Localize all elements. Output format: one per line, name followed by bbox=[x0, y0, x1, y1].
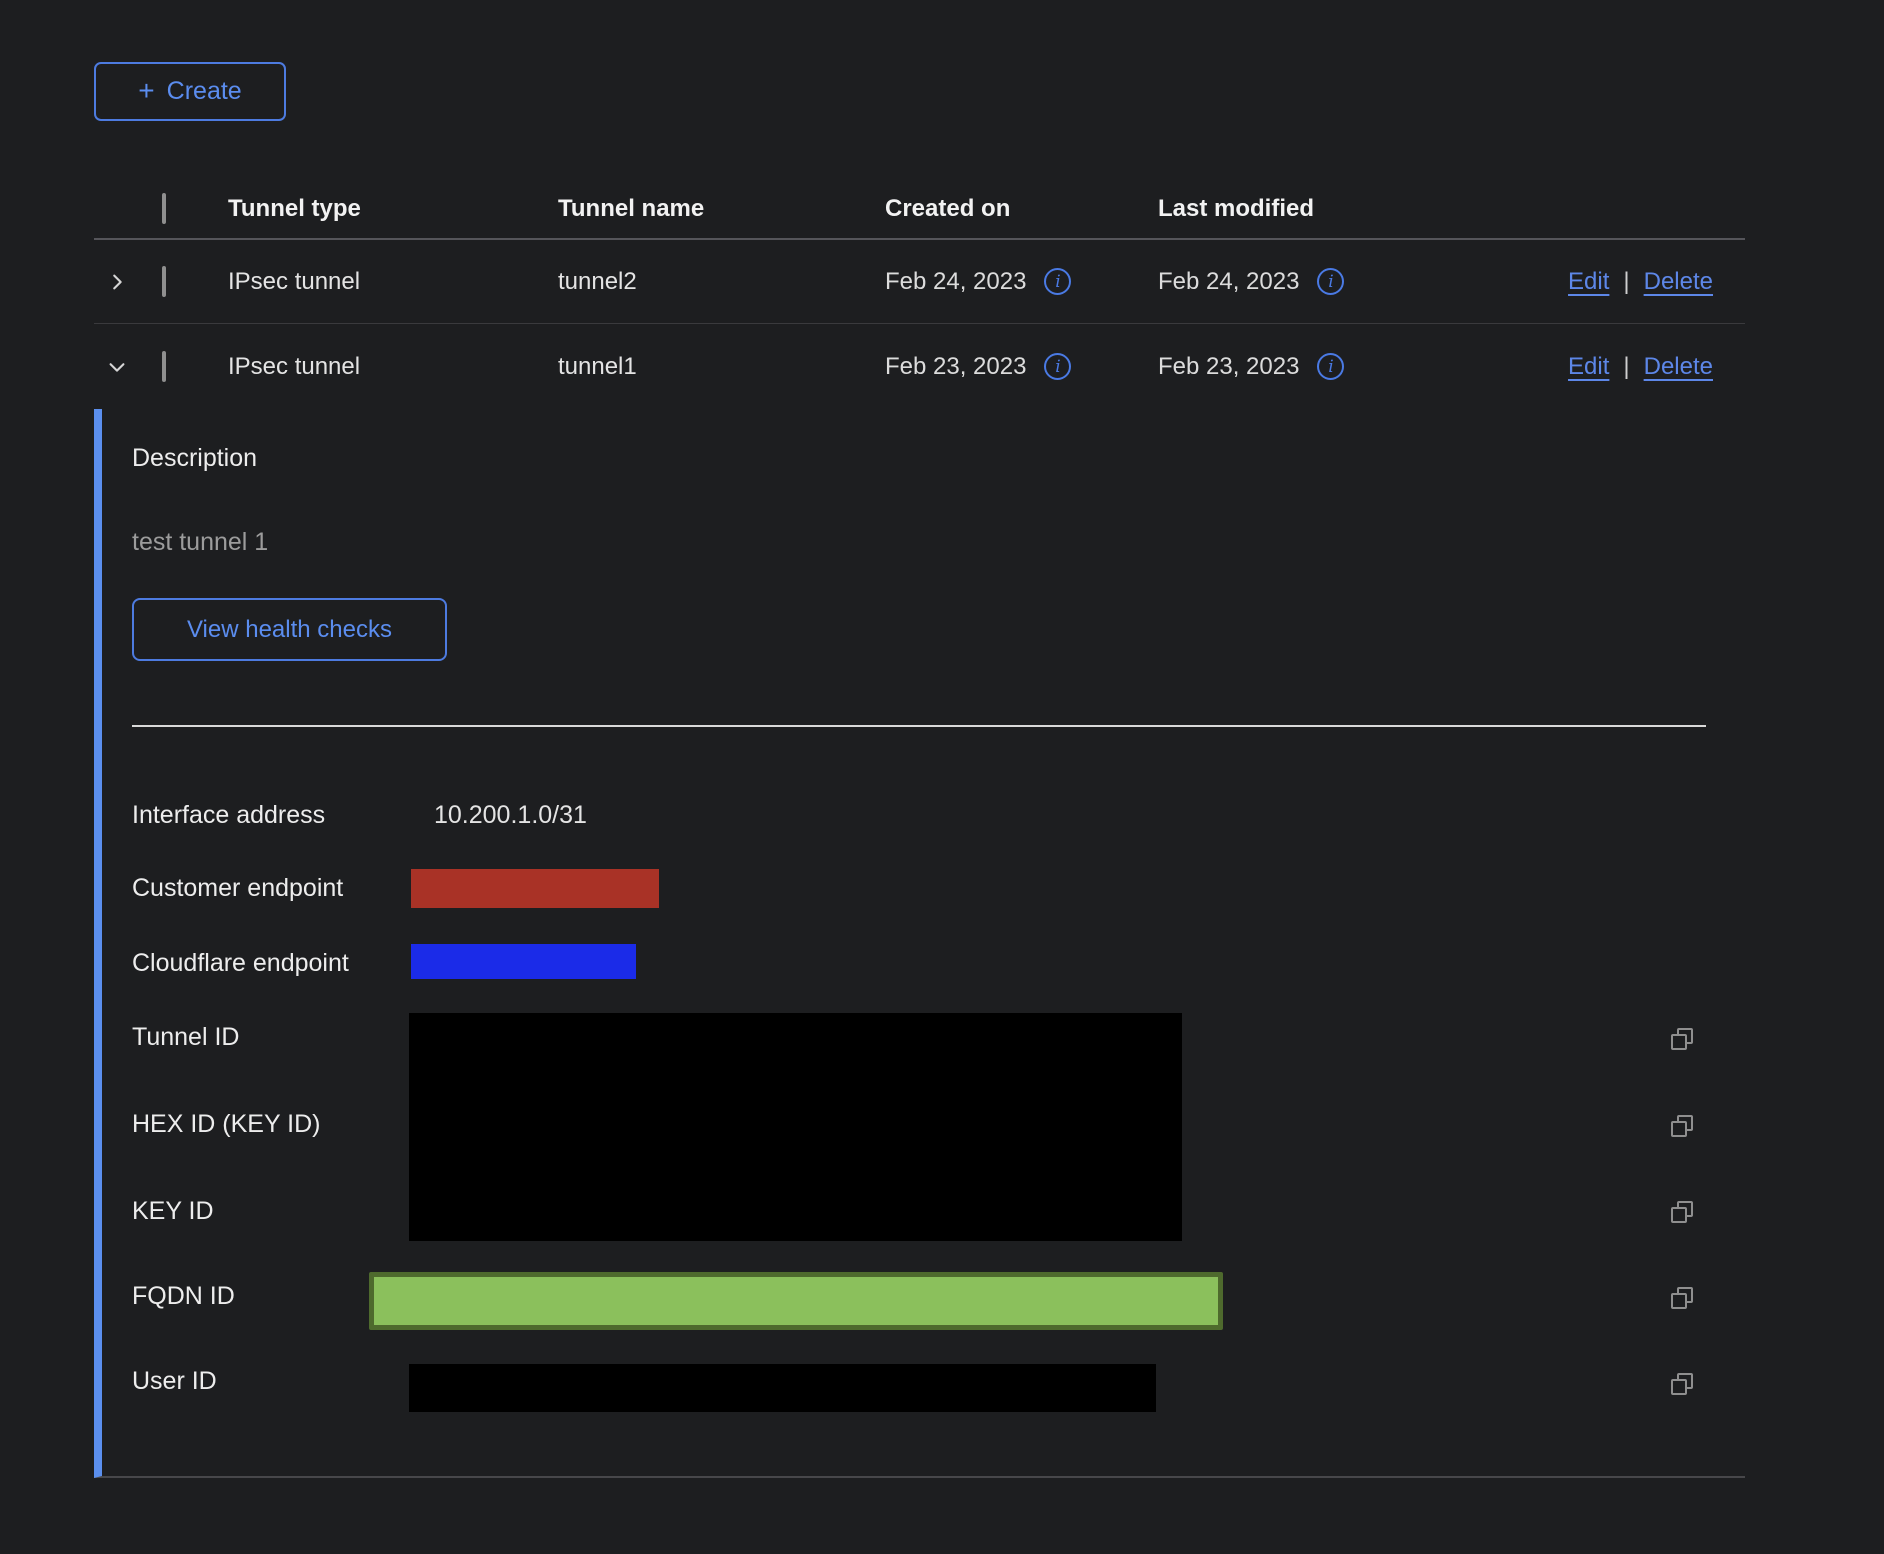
tunnel-detail-panel: Description test tunnel 1 View health ch… bbox=[94, 409, 1745, 1478]
last-modified-cell: Feb 24, 2023 bbox=[1158, 268, 1299, 296]
info-icon[interactable]: i bbox=[1317, 353, 1344, 380]
copy-icon bbox=[1668, 1025, 1696, 1053]
col-header-created-on: Created on bbox=[885, 195, 1158, 223]
table-row: IPsec tunnel tunnel2 Feb 24, 2023 i Feb … bbox=[94, 240, 1745, 324]
copy-icon bbox=[1668, 1284, 1696, 1312]
copy-icon bbox=[1668, 1198, 1696, 1226]
table-header-row: Tunnel type Tunnel name Created on Last … bbox=[94, 180, 1745, 240]
tunnel-name-cell: tunnel1 bbox=[558, 353, 885, 381]
plus-icon: + bbox=[138, 77, 154, 105]
copy-fqdn-id-button[interactable] bbox=[1668, 1284, 1696, 1312]
table-row: IPsec tunnel tunnel1 Feb 23, 2023 i Feb … bbox=[94, 324, 1745, 409]
tunnel-id-label: Tunnel ID bbox=[132, 1023, 239, 1052]
create-button-label: Create bbox=[167, 77, 242, 106]
tunnel-name-cell: tunnel2 bbox=[558, 268, 885, 296]
tunnels-table: Tunnel type Tunnel name Created on Last … bbox=[94, 180, 1745, 409]
customer-endpoint-redacted-value bbox=[411, 869, 659, 908]
collapse-row-button[interactable] bbox=[94, 356, 140, 378]
action-separator: | bbox=[1623, 353, 1629, 381]
copy-icon bbox=[1668, 1112, 1696, 1140]
description-value: test tunnel 1 bbox=[132, 528, 268, 557]
row-checkbox[interactable] bbox=[162, 351, 166, 382]
tunnels-page: + Create Tunnel type Tunnel name Created… bbox=[0, 0, 1884, 1554]
delete-link[interactable]: Delete bbox=[1644, 353, 1713, 381]
delete-link[interactable]: Delete bbox=[1644, 268, 1713, 296]
copy-tunnel-id-button[interactable] bbox=[1668, 1025, 1696, 1053]
view-health-checks-button[interactable]: View health checks bbox=[132, 598, 447, 661]
cloudflare-endpoint-redacted-value bbox=[411, 944, 636, 979]
fqdn-id-label: FQDN ID bbox=[132, 1282, 235, 1311]
created-on-cell: Feb 24, 2023 bbox=[885, 268, 1026, 296]
tunnel-type-cell: IPsec tunnel bbox=[228, 268, 558, 296]
chevron-down-icon bbox=[106, 356, 128, 378]
copy-icon bbox=[1668, 1370, 1696, 1398]
last-modified-cell: Feb 23, 2023 bbox=[1158, 353, 1299, 381]
user-id-label: User ID bbox=[132, 1367, 217, 1396]
action-separator: | bbox=[1623, 268, 1629, 296]
copy-hex-id-button[interactable] bbox=[1668, 1112, 1696, 1140]
copy-key-id-button[interactable] bbox=[1668, 1198, 1696, 1226]
create-button[interactable]: + Create bbox=[94, 62, 286, 121]
edit-link[interactable]: Edit bbox=[1568, 353, 1609, 381]
row-checkbox[interactable] bbox=[162, 266, 166, 297]
copy-user-id-button[interactable] bbox=[1668, 1370, 1696, 1398]
hex-id-label: HEX ID (KEY ID) bbox=[132, 1110, 320, 1139]
expand-row-button[interactable] bbox=[94, 271, 140, 293]
chevron-right-icon bbox=[106, 271, 128, 293]
created-on-cell: Feb 23, 2023 bbox=[885, 353, 1026, 381]
cloudflare-endpoint-label: Cloudflare endpoint bbox=[132, 949, 349, 978]
col-header-tunnel-type: Tunnel type bbox=[228, 195, 558, 223]
col-header-tunnel-name: Tunnel name bbox=[558, 195, 885, 223]
info-icon[interactable]: i bbox=[1317, 268, 1344, 295]
info-icon[interactable]: i bbox=[1044, 268, 1071, 295]
key-id-label: KEY ID bbox=[132, 1197, 214, 1226]
customer-endpoint-label: Customer endpoint bbox=[132, 874, 343, 903]
tunnel-type-cell: IPsec tunnel bbox=[228, 353, 558, 381]
edit-link[interactable]: Edit bbox=[1568, 268, 1609, 296]
section-divider bbox=[132, 725, 1706, 727]
fqdn-id-redacted-value bbox=[369, 1272, 1223, 1330]
info-icon[interactable]: i bbox=[1044, 353, 1071, 380]
col-header-last-modified: Last modified bbox=[1158, 195, 1464, 223]
description-label: Description bbox=[132, 444, 257, 473]
ids-redacted-value bbox=[409, 1013, 1182, 1241]
select-all-checkbox[interactable] bbox=[162, 193, 166, 224]
interface-address-value: 10.200.1.0/31 bbox=[434, 801, 587, 830]
user-id-redacted-value bbox=[409, 1364, 1156, 1412]
interface-address-label: Interface address bbox=[132, 801, 325, 830]
